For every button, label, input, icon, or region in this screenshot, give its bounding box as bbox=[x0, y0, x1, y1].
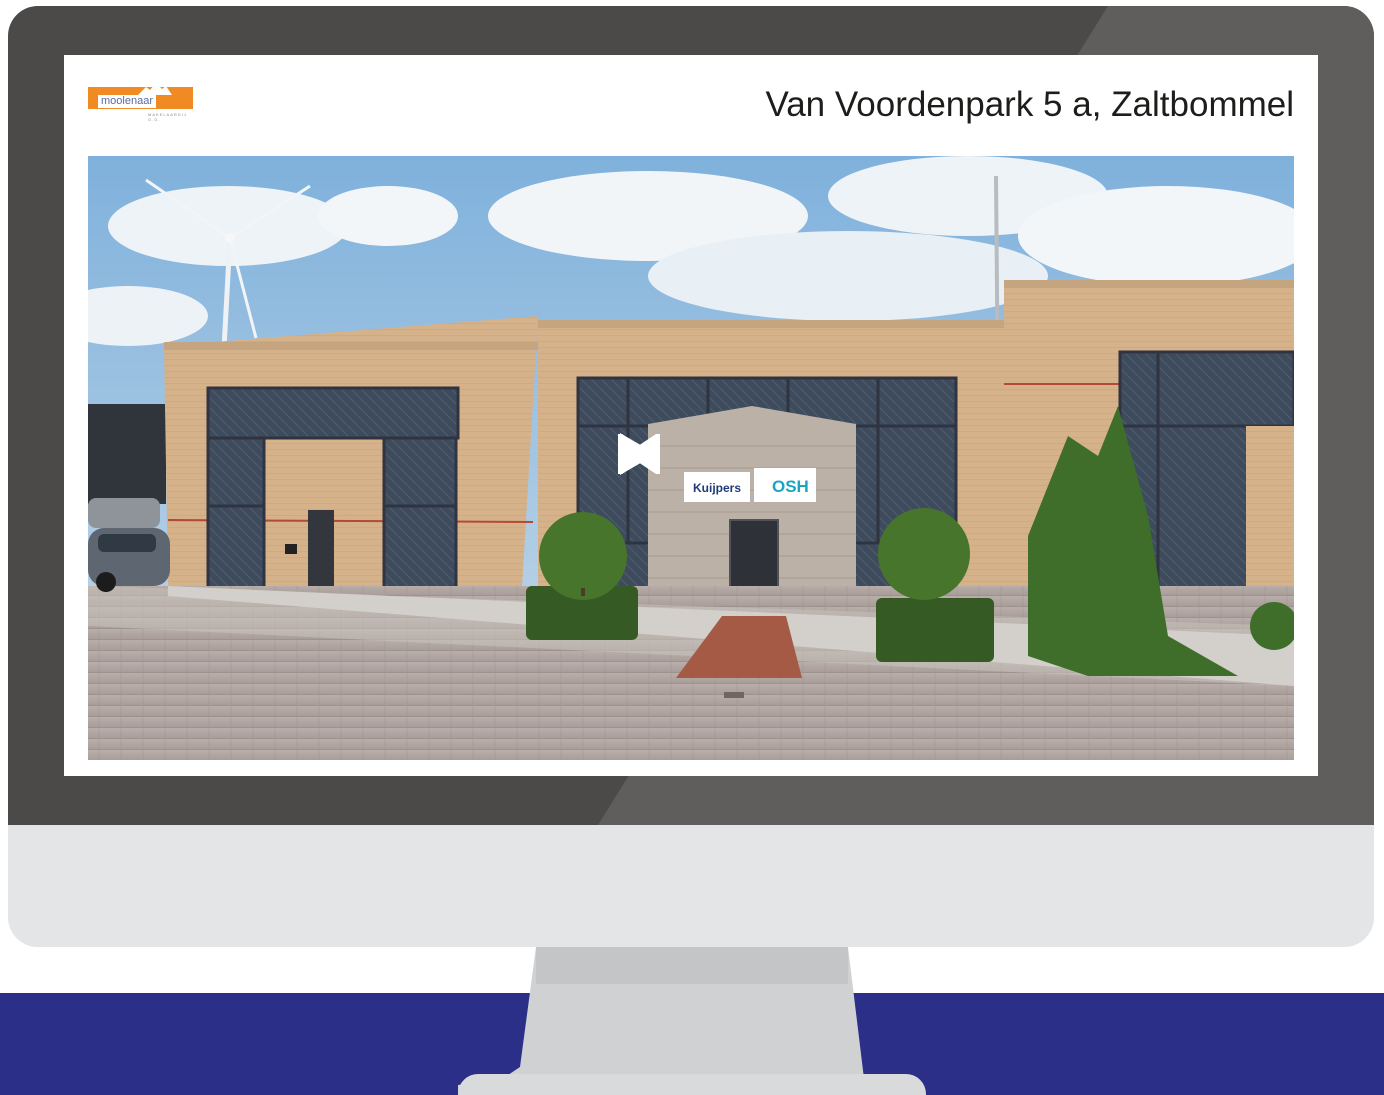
sign-kuijpers: Kuijpers bbox=[693, 481, 741, 495]
property-address-title: Van Voordenpark 5 a, Zaltbommel bbox=[765, 85, 1294, 124]
monitor-stand-foot bbox=[458, 1074, 926, 1095]
photo-player-controls bbox=[618, 431, 788, 481]
moolenaar-logo[interactable]: moolenaar MAKELAARDIJ O.G. bbox=[88, 83, 193, 122]
skip-next-icon[interactable] bbox=[618, 431, 660, 477]
monitor-screen: moolenaar MAKELAARDIJ O.G. Van Voordenpa… bbox=[64, 55, 1318, 776]
monitor-chin bbox=[8, 825, 1374, 947]
logo-tagline: MAKELAARDIJ O.G. bbox=[148, 112, 187, 122]
logo-wordmark: moolenaar bbox=[98, 95, 156, 108]
logo-rooftop-icon bbox=[138, 83, 172, 95]
monitor-stand-neck-shadow bbox=[536, 947, 848, 984]
property-photo-viewer[interactable]: Kuijpers OSH bbox=[88, 156, 1294, 760]
